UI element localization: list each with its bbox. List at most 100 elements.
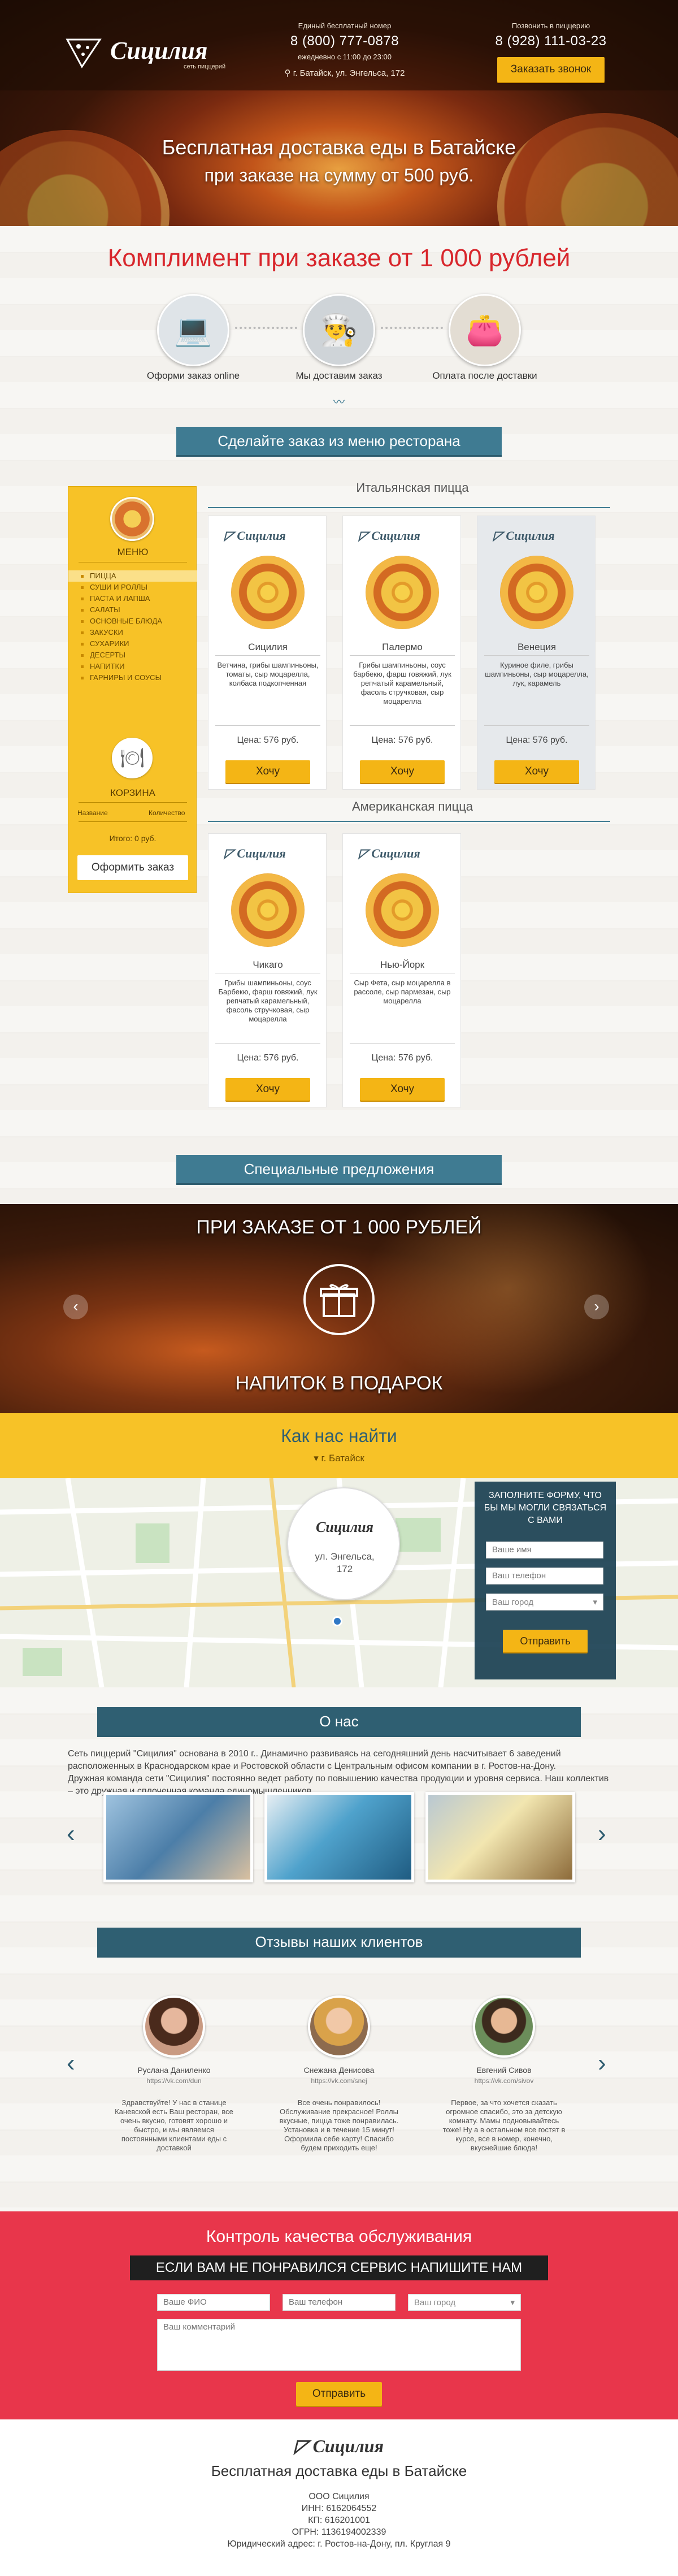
footer-requisites: ООО Сицилия ИНН: 6162064552 КП: 61620100…: [0, 2491, 678, 2550]
menu-item-drinks[interactable]: НАПИТКИ: [68, 661, 197, 672]
menu-item-desserts[interactable]: ДЕСЕРТЫ: [68, 650, 197, 661]
slider-prev-icon[interactable]: ‹: [63, 1295, 88, 1319]
pizza-card: ◸ Сицилия Венеция Куриное филе, грибы шамп…: [477, 516, 596, 790]
reviewer-name: Евгений Сивов: [476, 2066, 532, 2075]
hero-subheadline: при заказе на сумму от 500 руб.: [204, 165, 474, 185]
reviews-prev-icon[interactable]: ‹: [67, 2051, 75, 2076]
pizza-description: Сыр Фета, сыр моцарелла в рассоле, сыр п…: [354, 979, 451, 1005]
want-button[interactable]: Хочу: [225, 1078, 310, 1101]
cart-divider: [79, 821, 187, 822]
map-pin-icon[interactable]: [332, 1616, 342, 1626]
quality-send-button[interactable]: Отправить: [296, 2382, 382, 2406]
reviewer-avatar: [473, 1995, 535, 2058]
name-input[interactable]: [486, 1542, 603, 1558]
brand-subtitle: сеть пиццерий: [184, 63, 226, 70]
phone-input[interactable]: [486, 1568, 603, 1584]
order-ribbon: Сделайте заказ из меню ресторана: [145, 427, 533, 458]
chef-icon: 👨‍🍳: [320, 313, 358, 347]
free-phone[interactable]: 8 (800) 777-0878: [277, 33, 412, 49]
quality-phone-input[interactable]: [282, 2294, 395, 2311]
footer-line: ОГРН: 1136194002339: [292, 2527, 386, 2537]
pizza-name: Нью-Йорк: [380, 959, 425, 970]
menu-item-pasta[interactable]: ПАСТА И ЛАПША: [68, 593, 197, 604]
category-american: Американская пицца: [351, 799, 473, 813]
about-next-icon[interactable]: ›: [598, 1821, 606, 1846]
step-payment-image: 👛: [449, 294, 521, 366]
menu-item-main[interactable]: ОСНОВНЫЕ БЛЮДА: [68, 616, 197, 627]
slider-next-icon[interactable]: ›: [584, 1295, 609, 1319]
about-photo-bar: [425, 1792, 575, 1882]
cart-col-qty: Количество: [149, 809, 185, 817]
menu-item-salads[interactable]: САЛАТЫ: [68, 604, 197, 616]
checkout-button[interactable]: Оформить заказ: [77, 855, 188, 880]
menu-item-pizza[interactable]: ПИЦЦА: [68, 570, 197, 582]
chevron-down-icon: ▾: [593, 1597, 597, 1607]
menu-item-sides[interactable]: ГАРНИРЫ И СОУСЫ: [68, 672, 197, 683]
specials-ribbon: Специальные предложения: [145, 1155, 533, 1187]
chevron-down-icon: ▾: [510, 2298, 515, 2307]
reviewer-link[interactable]: https://vk.com/sivov: [442, 2077, 566, 2085]
reviewer-link[interactable]: https://vk.com/snej: [277, 2077, 401, 2085]
footer-brand-text: Сицилия: [312, 2436, 384, 2456]
comment-input[interactable]: [157, 2319, 521, 2371]
pizza-price: Цена: 576 руб.: [237, 735, 299, 745]
review-text: Первое, за что хочется сказать огромное …: [442, 2098, 566, 2152]
city-selector[interactable]: ▾ г. Батайск: [0, 1453, 678, 1464]
review-text: Все очень понравилось! Обслуживание прек…: [279, 2098, 399, 2152]
about-prev-icon[interactable]: ‹: [67, 1821, 75, 1846]
menu-item-sushi[interactable]: СУШИ И РОЛЛЫ: [68, 582, 197, 593]
pizza-name: Сицилия: [248, 642, 288, 652]
about-photo-team: [103, 1792, 253, 1882]
city-selector-text: г. Батайск: [321, 1453, 364, 1464]
call-label: Позвонить в пиццерию: [511, 21, 590, 30]
card-logo: ◸ Сицилия: [224, 529, 286, 543]
menu-pizza-image: [110, 497, 154, 541]
reviewer-name: Снежана Денисова: [303, 2066, 375, 2075]
review-text: Здравствуйте! У нас в станице Каневской …: [115, 2098, 233, 2152]
contact-send-button[interactable]: Отправить: [503, 1630, 588, 1652]
pizza-name: Палермо: [382, 642, 423, 652]
order-call-button[interactable]: Заказать звонок: [497, 57, 605, 82]
footer-line: Юридический адрес: г. Ростов-на-Дону, пл…: [227, 2539, 451, 2549]
fio-input[interactable]: [157, 2294, 270, 2311]
logo[interactable]: Сицилия сеть пиццерий: [65, 33, 229, 72]
about-ribbon: О нас: [66, 1707, 612, 1739]
laptop-icon: 💻: [174, 313, 212, 347]
reviews-next-icon[interactable]: ›: [598, 2051, 606, 2076]
pizza-price: Цена: 576 руб.: [371, 735, 433, 745]
step-label: Оформи заказ online: [146, 370, 240, 381]
footer-line: ООО Сицилия: [308, 2492, 370, 2501]
pizza-slice-icon: ◸: [359, 529, 372, 543]
menu-item-croutons[interactable]: СУХАРИКИ: [68, 638, 197, 650]
hero-headline: Бесплатная доставка еды в Батайске: [162, 136, 516, 159]
city-select-text: Ваш город: [492, 1597, 534, 1607]
want-button[interactable]: Хочу: [225, 760, 310, 783]
caret-down-icon: ▾: [314, 1453, 321, 1464]
menu-item-snacks[interactable]: ЗАКУСКИ: [68, 627, 197, 638]
pizza-slice-icon: ◸: [224, 529, 237, 543]
city-select[interactable]: Ваш город ▾: [486, 1594, 603, 1610]
map[interactable]: Сицилия ул. Энгельса, 172 ЗАПОЛНИТЕ ФОРМ…: [0, 1478, 678, 1687]
cart-icon: 🍽: [112, 738, 153, 778]
map-address: ул. Энгельса, 172: [315, 1551, 375, 1574]
card-logo-text: Сицилия: [371, 529, 420, 543]
cart-title: КОРЗИНА: [110, 787, 155, 798]
hero-header: Сицилия сеть пиццерий Единый бесплатный …: [0, 0, 678, 226]
pizza-card: ◸ Сицилия Нью-Йорк Сыр Фета, сыр моцарелла…: [342, 833, 461, 1107]
location-pin-icon: ⚲: [284, 68, 293, 78]
quality-city-select[interactable]: Ваш город ▾: [408, 2294, 521, 2311]
footer: ◸ Сицилия Бесплатная доставка еды в Бата…: [0, 2419, 678, 2576]
want-button[interactable]: Хочу: [360, 1078, 445, 1101]
wallet-icon: 👛: [466, 313, 504, 347]
cart-divider: [79, 802, 187, 803]
want-button[interactable]: Хочу: [494, 760, 579, 783]
working-hours: ежедневно с 11:00 до 23:00: [298, 53, 392, 61]
find-us-header: Как нас найти ▾ г. Батайск: [0, 1413, 678, 1478]
pizza-slice-icon: ◸: [224, 846, 237, 860]
call-phone[interactable]: 8 (928) 111-03-23: [486, 33, 616, 49]
reviewer-link[interactable]: https://vk.com/dun: [112, 2077, 236, 2085]
footer-line: КП: 616201001: [308, 2516, 370, 2525]
brand-name: Сицилия: [110, 37, 208, 64]
want-button[interactable]: Хочу: [360, 760, 445, 783]
category-italian: Итальянская пицца: [356, 480, 469, 495]
